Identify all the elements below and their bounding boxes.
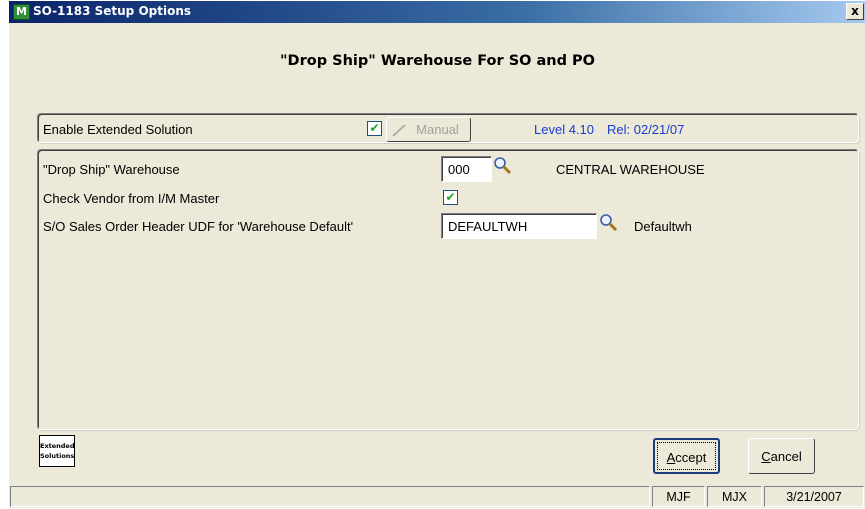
page-heading: "Drop Ship" Warehouse For SO and PO (280, 53, 595, 69)
release-text: Rel: 02/21/07 (607, 122, 685, 137)
drop-ship-warehouse-label: "Drop Ship" Warehouse (43, 162, 180, 177)
window-title: SO-1183 Setup Options (33, 4, 192, 18)
magnifier-icon[interactable] (599, 213, 619, 233)
status-bar: MJF MJX 3/21/2007 (9, 484, 865, 509)
close-button[interactable]: x (846, 3, 864, 20)
pen-icon (392, 124, 406, 137)
status-cell-company: MJX (707, 486, 762, 507)
drop-ship-warehouse-desc: CENTRAL WAREHOUSE (556, 162, 705, 177)
cancel-hotkey: C (761, 449, 771, 464)
manual-button-label: Manual (416, 122, 459, 137)
status-cell-main (10, 486, 650, 507)
check-vendor-label: Check Vendor from I/M Master (43, 191, 220, 206)
check-vendor-checkbox[interactable]: ✔ (443, 190, 458, 205)
drop-ship-warehouse-input[interactable]: 000 (441, 156, 492, 182)
title-bar[interactable]: M SO-1183 Setup Options x (9, 1, 865, 23)
enable-extended-label: Enable Extended Solution (43, 122, 193, 137)
extended-solutions-logo: Extended Solutions (39, 435, 75, 467)
accept-button[interactable]: Accept (653, 438, 720, 474)
level-text: Level 4.10 (534, 122, 594, 137)
accept-label: ccept (675, 450, 707, 465)
logo-line-1: Extended (40, 442, 75, 450)
app-icon: M (13, 4, 30, 20)
manual-button[interactable]: Manual (386, 117, 471, 142)
udf-label: S/O Sales Order Header UDF for 'Warehous… (43, 219, 354, 234)
cancel-label: ancel (770, 449, 802, 464)
logo-line-2: Solutions (40, 452, 75, 460)
status-cell-user: MJF (652, 486, 705, 507)
setup-options-window: M SO-1183 Setup Options x "Drop Ship" Wa… (8, 0, 865, 508)
accept-hotkey: A (666, 450, 676, 465)
udf-desc: Defaultwh (634, 219, 692, 234)
enable-extended-checkbox[interactable]: ✔ (367, 121, 382, 136)
udf-input[interactable]: DEFAULTWH (441, 213, 597, 239)
cancel-button[interactable]: Cancel (748, 438, 815, 474)
status-cell-date: 3/21/2007 (764, 486, 864, 507)
magnifier-icon[interactable] (493, 156, 513, 176)
